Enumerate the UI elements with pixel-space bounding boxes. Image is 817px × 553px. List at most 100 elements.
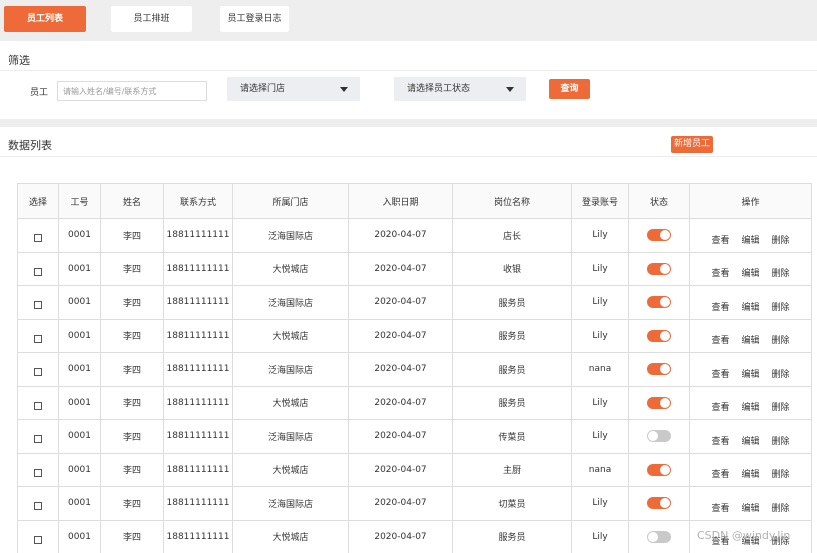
- header-name: 姓名: [100, 183, 164, 219]
- view-button[interactable]: 查看: [711, 467, 729, 480]
- edit-button[interactable]: 编辑: [741, 367, 759, 380]
- row-checkbox[interactable]: [34, 435, 42, 444]
- tab-login-log[interactable]: 员工登录日志: [220, 6, 289, 32]
- view-button[interactable]: 查看: [711, 400, 729, 413]
- status-toggle[interactable]: [647, 229, 671, 242]
- cell-phone: 18811111111: [163, 385, 233, 420]
- view-button[interactable]: 查看: [711, 434, 729, 447]
- view-button[interactable]: 查看: [711, 266, 729, 279]
- row-checkbox[interactable]: [34, 502, 42, 511]
- table-row: 0001 李四 18811111111 泛海国际店 2020-04-07 服务员 nana 查…: [17, 352, 812, 387]
- delete-button[interactable]: 删除: [772, 434, 790, 447]
- store-select-label: 请选择门店: [240, 84, 286, 94]
- row-checkbox[interactable]: [34, 401, 42, 410]
- tab-employee-schedule[interactable]: 员工排班: [111, 6, 192, 32]
- row-checkbox[interactable]: [34, 334, 42, 343]
- cell-account: Lily: [571, 419, 629, 454]
- caret-down-icon: [506, 87, 514, 92]
- delete-button[interactable]: 删除: [772, 467, 790, 480]
- cell-position: 传菜员: [452, 419, 572, 454]
- row-select-cell: [17, 251, 59, 286]
- status-toggle[interactable]: [647, 329, 671, 342]
- view-button[interactable]: 查看: [711, 300, 729, 313]
- view-button[interactable]: 查看: [711, 233, 729, 246]
- cell-name: 李四: [100, 385, 164, 420]
- edit-button[interactable]: 编辑: [741, 501, 759, 514]
- delete-button[interactable]: 删除: [772, 501, 790, 514]
- edit-button[interactable]: 编辑: [741, 467, 759, 480]
- status-toggle[interactable]: [647, 296, 671, 309]
- edit-button[interactable]: 编辑: [741, 333, 759, 346]
- view-button[interactable]: 查看: [711, 367, 729, 380]
- row-select-cell: [17, 385, 59, 420]
- cell-store: 泛海国际店: [232, 419, 349, 454]
- tab-employee-list[interactable]: 员工列表: [4, 6, 86, 32]
- filter-title: 筛选: [8, 54, 30, 67]
- edit-button[interactable]: 编辑: [741, 434, 759, 447]
- row-checkbox[interactable]: [34, 535, 42, 544]
- cell-store: 大悦城店: [232, 318, 349, 353]
- delete-button[interactable]: 删除: [772, 300, 790, 313]
- cell-phone: 18811111111: [163, 251, 233, 286]
- employee-table: 选择 工号 姓名 联系方式 所属门店 入职日期 岗位名称 登录账号 状态 操作 …: [17, 183, 812, 553]
- status-toggle[interactable]: [647, 497, 671, 510]
- cell-name: 李四: [100, 251, 164, 286]
- store-select[interactable]: 请选择门店: [227, 77, 360, 101]
- cell-status: [628, 419, 690, 454]
- header-store: 所属门店: [232, 183, 349, 219]
- cell-phone: 18811111111: [163, 218, 233, 253]
- status-toggle[interactable]: [647, 262, 671, 275]
- top-tab-bar: 员工列表 员工排班 员工登录日志: [0, 0, 817, 41]
- edit-button[interactable]: 编辑: [741, 266, 759, 279]
- section-separator: [0, 119, 817, 127]
- cell-date: 2020-04-07: [348, 218, 453, 253]
- cell-account: Lily: [571, 251, 629, 286]
- cell-id: 0001: [58, 251, 101, 286]
- cell-phone: 18811111111: [163, 519, 233, 553]
- cell-status: [628, 251, 690, 286]
- view-button[interactable]: 查看: [711, 501, 729, 514]
- edit-button[interactable]: 编辑: [741, 233, 759, 246]
- query-button[interactable]: 查询: [549, 79, 590, 99]
- cell-actions: 查看 编辑 删除: [689, 285, 812, 320]
- row-checkbox[interactable]: [34, 368, 42, 377]
- delete-button[interactable]: 删除: [772, 367, 790, 380]
- cell-position: 服务员: [452, 285, 572, 320]
- add-employee-button[interactable]: 新增员工: [671, 136, 713, 153]
- cell-id: 0001: [58, 519, 101, 553]
- cell-name: 李四: [100, 285, 164, 320]
- delete-button[interactable]: 删除: [772, 333, 790, 346]
- table-header-row: 选择 工号 姓名 联系方式 所属门店 入职日期 岗位名称 登录账号 状态 操作: [17, 183, 812, 219]
- edit-button[interactable]: 编辑: [741, 300, 759, 313]
- delete-button[interactable]: 删除: [772, 400, 790, 413]
- cell-phone: 18811111111: [163, 419, 233, 454]
- status-toggle[interactable]: [647, 396, 671, 409]
- row-checkbox[interactable]: [34, 301, 42, 310]
- row-checkbox[interactable]: [34, 468, 42, 477]
- edit-button[interactable]: 编辑: [741, 400, 759, 413]
- cell-actions: 查看 编辑 删除: [689, 318, 812, 353]
- cell-actions: 查看 编辑 删除: [689, 385, 812, 420]
- status-select[interactable]: 请选择员工状态: [394, 77, 526, 101]
- status-toggle[interactable]: [647, 463, 671, 476]
- cell-date: 2020-04-07: [348, 519, 453, 553]
- row-checkbox[interactable]: [34, 234, 42, 243]
- row-checkbox[interactable]: [34, 267, 42, 276]
- cell-status: [628, 352, 690, 387]
- cell-account: Lily: [571, 285, 629, 320]
- status-toggle[interactable]: [647, 530, 671, 543]
- status-toggle[interactable]: [647, 363, 671, 376]
- divider: [0, 156, 817, 157]
- status-toggle[interactable]: [647, 430, 671, 443]
- header-date: 入职日期: [348, 183, 453, 219]
- header-select: 选择: [17, 183, 59, 219]
- delete-button[interactable]: 删除: [772, 233, 790, 246]
- header-actions: 操作: [689, 183, 812, 219]
- view-button[interactable]: 查看: [711, 333, 729, 346]
- table-row: 0001 李四 18811111111 大悦城店 2020-04-07 收银 Lily 查看编…: [17, 251, 812, 286]
- row-select-cell: [17, 486, 59, 521]
- delete-button[interactable]: 删除: [772, 266, 790, 279]
- employee-search-input[interactable]: [57, 81, 207, 101]
- cell-status: [628, 385, 690, 420]
- cell-id: 0001: [58, 452, 101, 487]
